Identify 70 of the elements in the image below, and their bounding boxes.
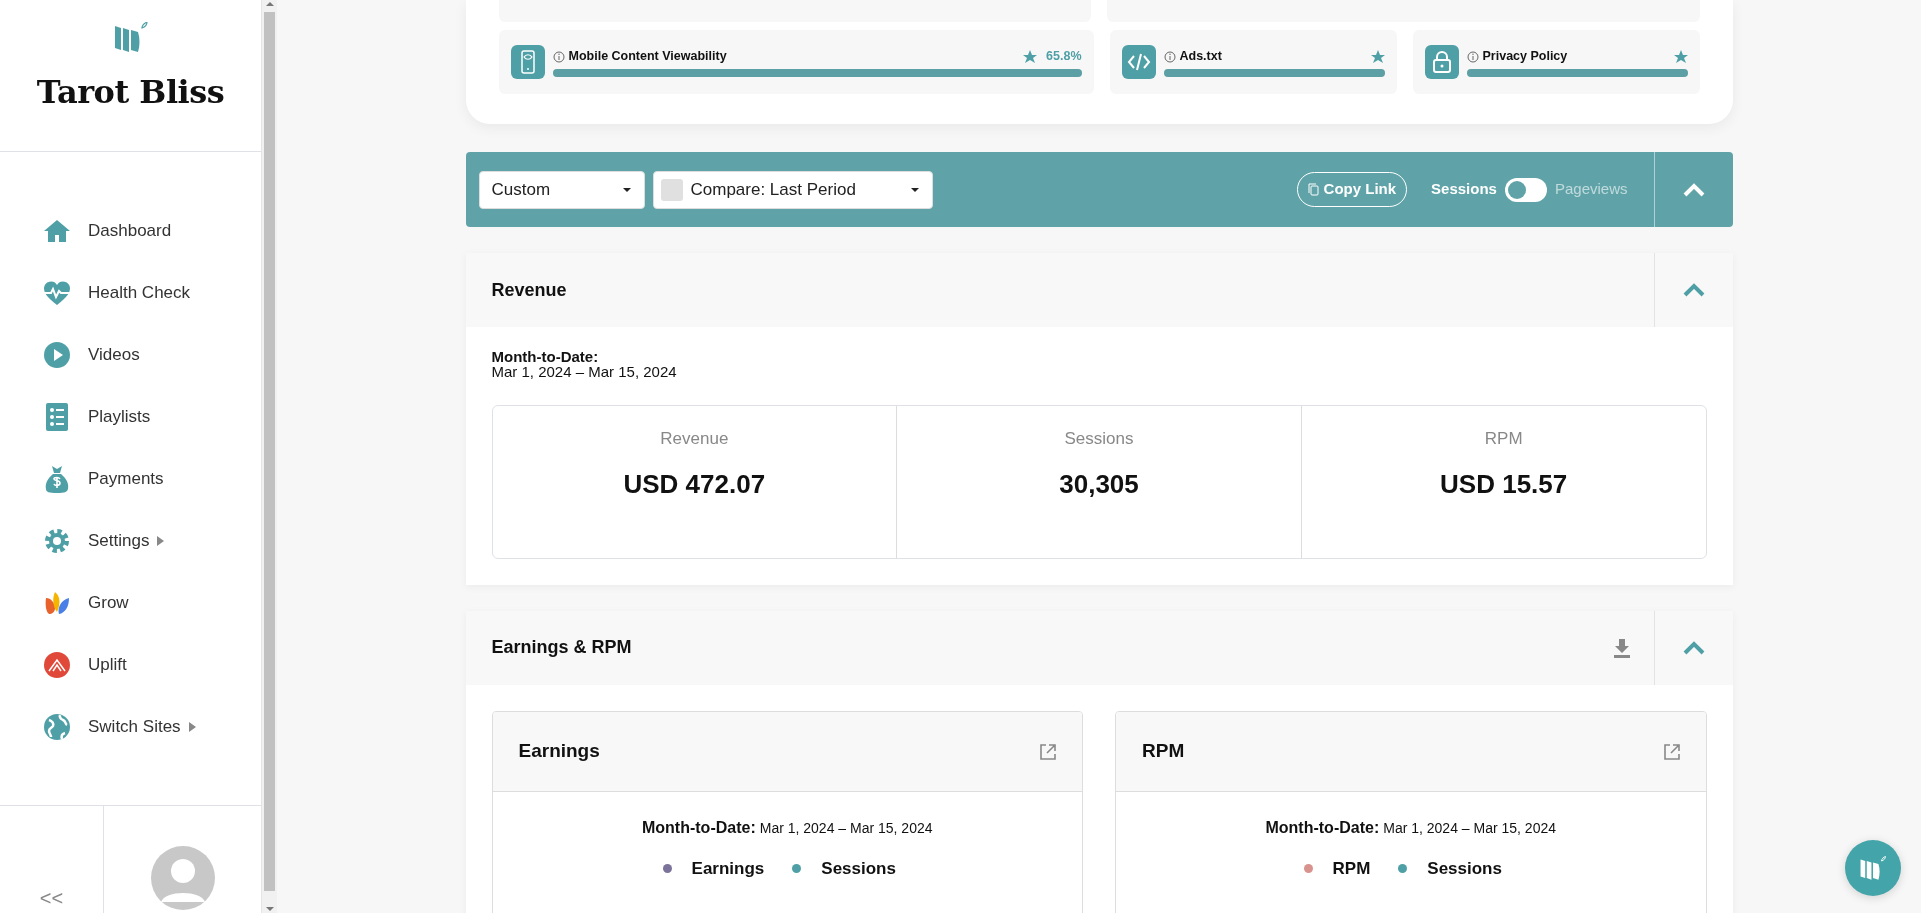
toggle-switch[interactable] — [1504, 177, 1547, 202]
period-label: Month-to-Date: — [642, 817, 756, 838]
gear-icon — [42, 526, 72, 556]
sidebar-item[interactable]: Dashboard — [42, 200, 261, 262]
legend-label: Sessions — [821, 857, 896, 880]
sidebar-item[interactable]: Videos — [42, 324, 261, 386]
legend-label: Sessions — [1427, 857, 1502, 880]
brand-logo-icon — [1859, 856, 1887, 880]
legend-label: Earnings — [691, 857, 765, 880]
brand-logo-icon — [112, 22, 149, 52]
date-range-select[interactable]: Custom — [478, 170, 645, 209]
sidebar-item[interactable]: Uplift — [42, 634, 261, 696]
play-icon — [42, 340, 72, 370]
chat-button[interactable] — [1845, 840, 1901, 896]
globe-icon — [42, 712, 72, 742]
health-score: 65.8% — [1046, 48, 1082, 66]
scrollbar[interactable] — [262, 0, 277, 913]
copy-icon — [1307, 183, 1319, 196]
checkbox[interactable] — [660, 178, 683, 201]
legend-label: RPM — [1332, 857, 1371, 880]
card-title: RPM — [1142, 738, 1185, 763]
section-title: Revenue — [491, 278, 567, 302]
section-title: Earnings & RPM — [491, 636, 632, 659]
avatar-icon — [150, 846, 215, 910]
stat-value: 30,305 — [1058, 468, 1140, 501]
uplift-logo-icon — [42, 650, 72, 680]
period-label: Month-to-Date: — [491, 349, 600, 364]
period-label: Month-to-Date: — [1265, 817, 1380, 838]
sidebar-item[interactable]: Grow — [42, 572, 261, 634]
expand-icon — [1662, 742, 1681, 761]
health-check-name: Ads.txt — [1179, 48, 1222, 66]
card-title: Earnings — [518, 738, 600, 763]
scroll-up-icon — [264, 0, 275, 8]
download-icon — [1613, 638, 1630, 658]
period-dates: Mar 1, 2024 – Mar 15, 2024 — [759, 818, 933, 838]
expand-icon — [1039, 742, 1057, 761]
chevron-up-icon — [1682, 181, 1705, 198]
scroll-down-icon — [264, 905, 275, 913]
toggle-label: Pageviews — [1554, 179, 1628, 200]
star-icon — [1673, 50, 1688, 63]
chevron-up-icon — [1682, 282, 1705, 298]
phone-eye-icon — [510, 45, 545, 79]
sidebar-item[interactable]: Health Check — [42, 262, 261, 324]
stat-label: Sessions — [1063, 427, 1135, 450]
health-check-name: Privacy Policy — [1482, 48, 1568, 66]
star-icon — [1023, 50, 1038, 63]
info-icon — [552, 50, 565, 63]
sidebar-item[interactable]: Switch Sites — [42, 696, 261, 758]
stat-value: USD 15.57 — [1439, 468, 1569, 501]
period-dates: Mar 1, 2024 – Mar 15, 2024 — [491, 364, 678, 381]
sidebar-item[interactable]: Playlists — [42, 386, 261, 448]
compare-select[interactable]: Compare: Last Period — [652, 170, 933, 209]
health-check-name: Mobile Content Viewability — [568, 48, 727, 66]
star-icon — [1370, 50, 1385, 63]
info-icon — [1466, 50, 1479, 63]
info-icon — [1163, 50, 1176, 63]
caret-icon — [188, 722, 196, 732]
chevron-up-icon — [1682, 639, 1705, 656]
period-dates: Mar 1, 2024 – Mar 15, 2024 — [1383, 818, 1556, 838]
site-title: Tarot Bliss — [36, 72, 225, 113]
stat-label: RPM — [1483, 427, 1524, 450]
padlock-icon — [1424, 45, 1459, 79]
toggle-label: Sessions — [1431, 179, 1497, 200]
stat-value: USD 472.07 — [622, 468, 767, 501]
caret-icon — [157, 536, 165, 546]
stat-label: Revenue — [659, 427, 730, 450]
sidebar-item[interactable]: Settings — [42, 510, 261, 572]
collapse-button[interactable]: << — [0, 806, 104, 913]
code-icon — [1121, 45, 1156, 79]
sidebar-item[interactable]: Payments — [42, 448, 261, 510]
